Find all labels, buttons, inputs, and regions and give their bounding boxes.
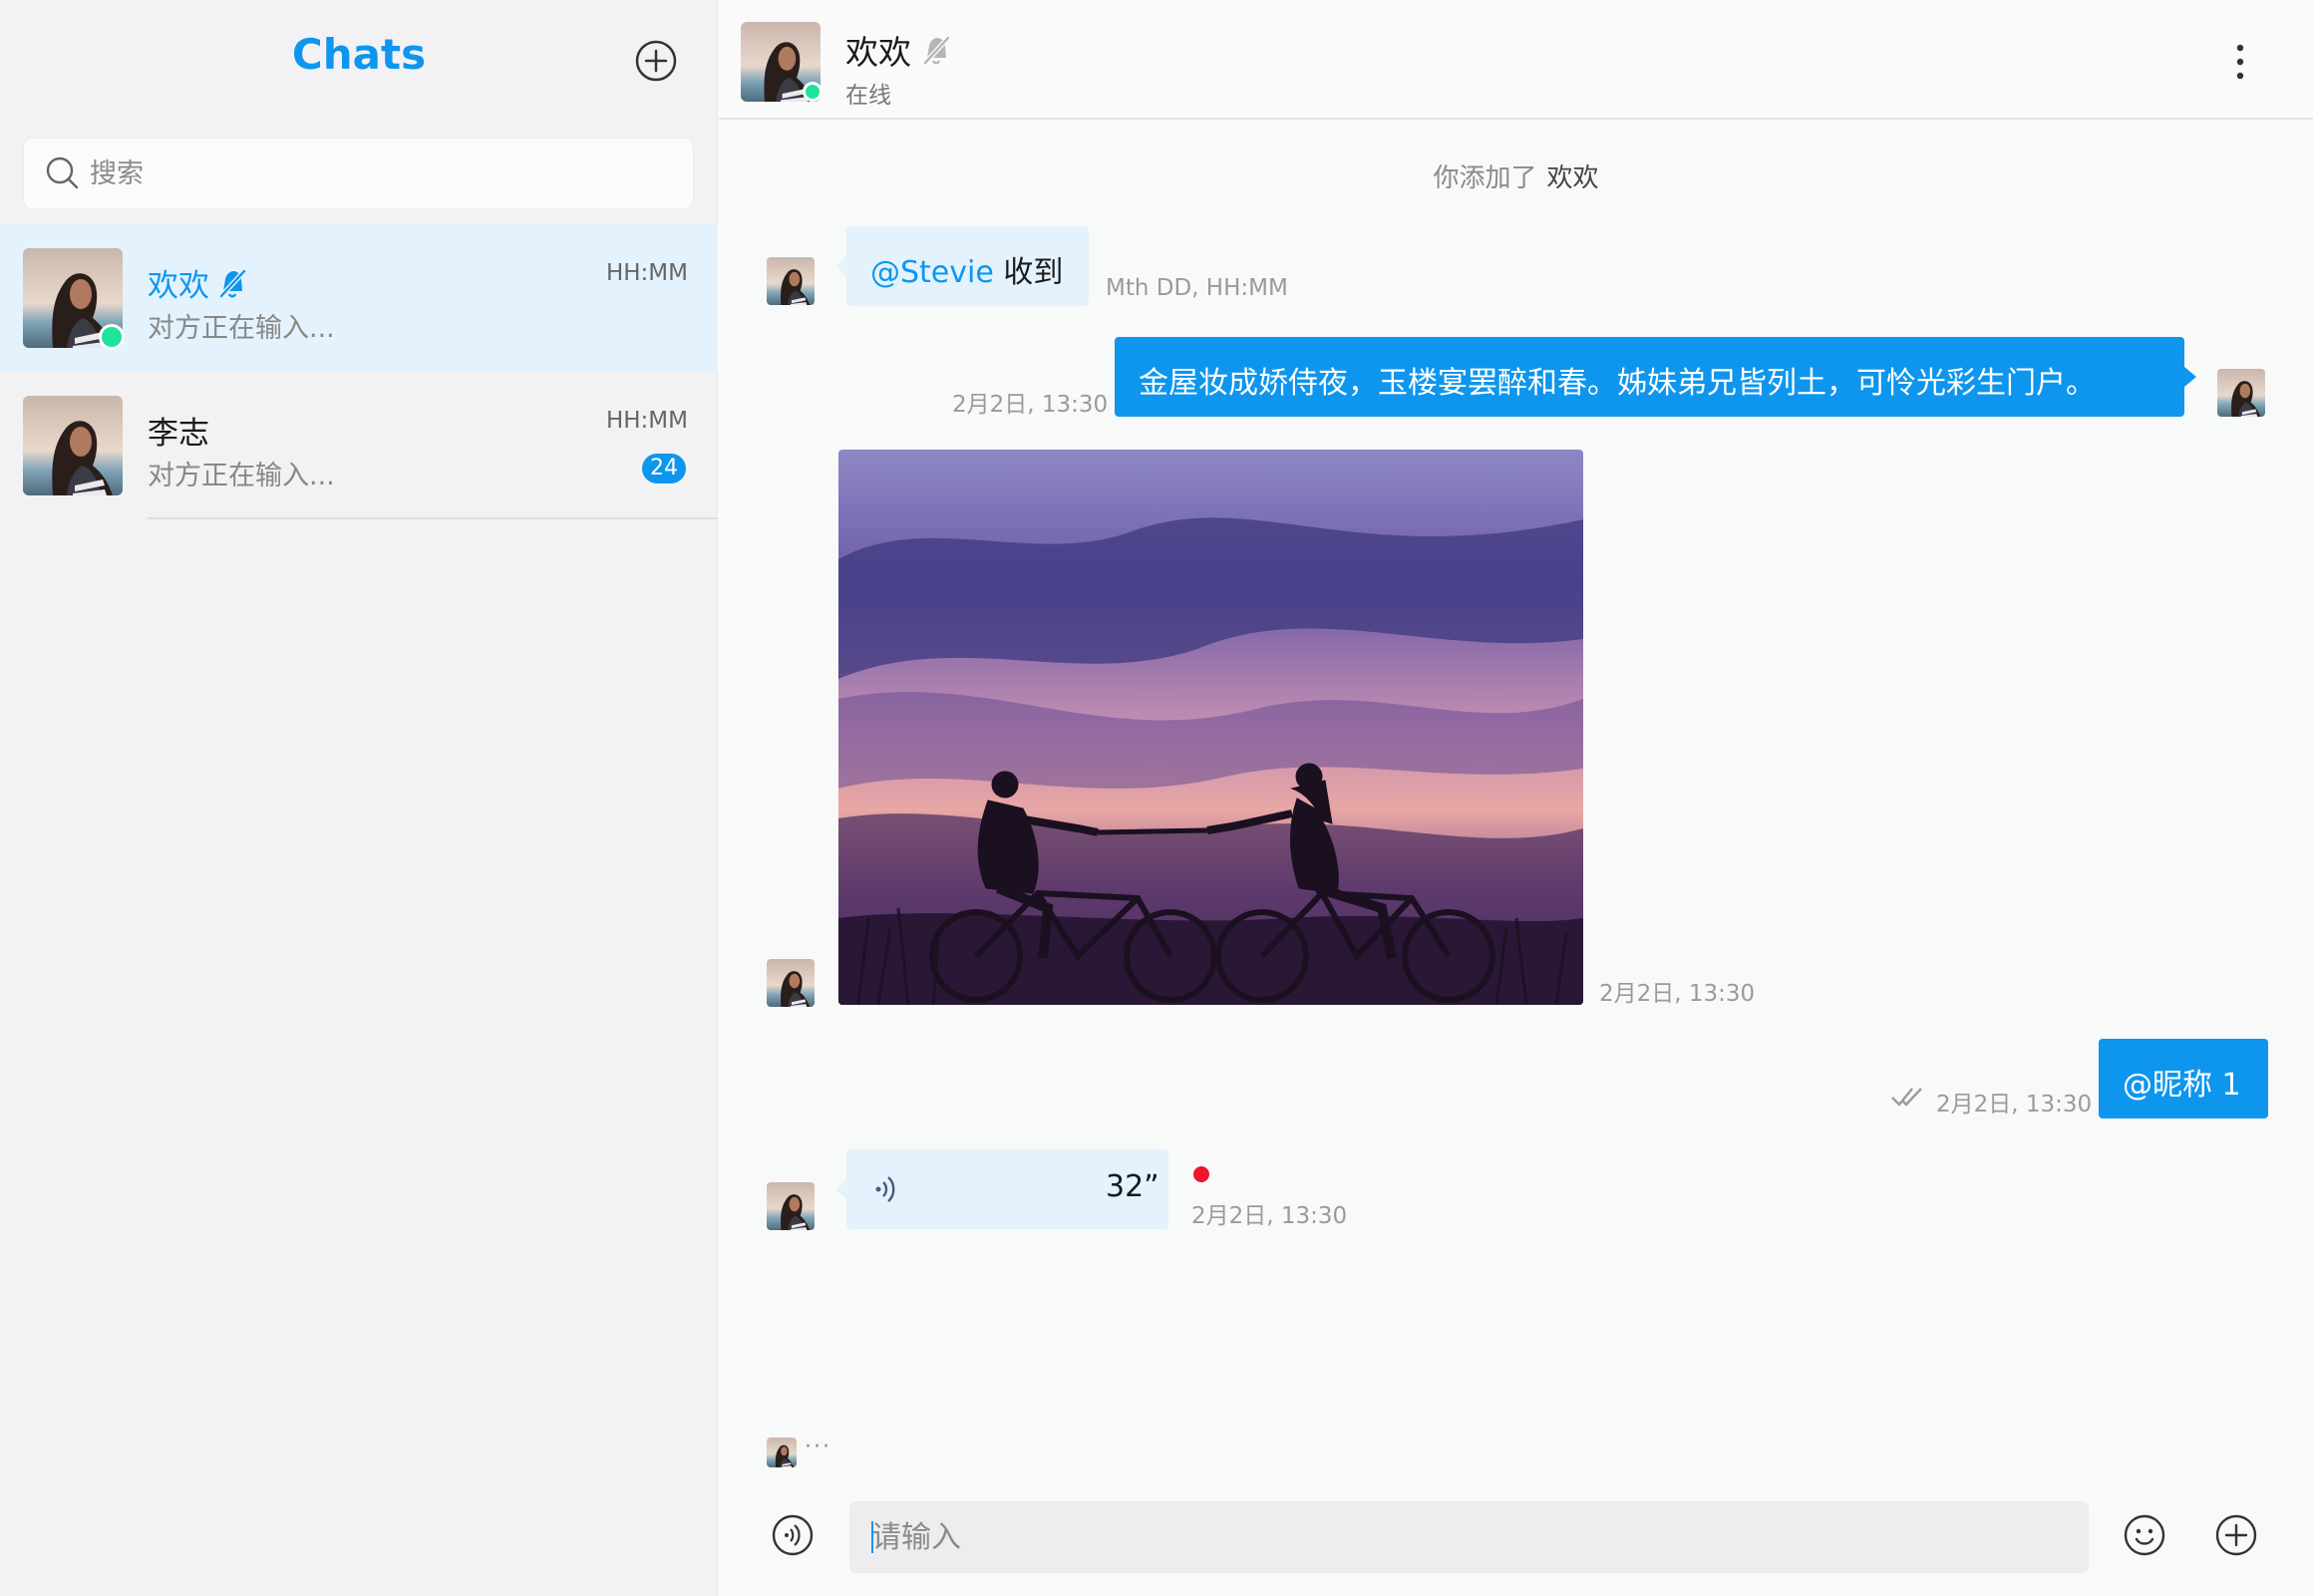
conversation-item-huanhuan[interactable]: 欢欢 HH:MM 对方正在输入... [0, 224, 718, 372]
message-text: 收到 [1003, 255, 1064, 290]
conversation-name-text: 欢欢 [148, 268, 209, 304]
unread-dot [1193, 1166, 1209, 1182]
system-message: 你添加了 欢欢 [719, 158, 2313, 194]
mention-link[interactable]: @Stevie [870, 255, 994, 290]
conversation-name-text: 李志 [148, 416, 209, 452]
message-text: @昵称 1 [2123, 1068, 2241, 1103]
more-vertical-icon[interactable] [2230, 42, 2250, 82]
conversation-name: 李志 [148, 408, 209, 453]
new-chat-plus-icon[interactable] [635, 40, 677, 82]
conversation-time: HH:MM [605, 260, 688, 286]
sidebar-title: Chats [291, 30, 427, 79]
message-input[interactable] [849, 1501, 2089, 1573]
voice-input-icon[interactable] [772, 1514, 814, 1556]
typing-avatar [767, 1437, 797, 1467]
sender-avatar[interactable] [767, 257, 815, 305]
conversation-preview: 对方正在输入... [148, 461, 335, 491]
conversation-name: 欢欢 [148, 260, 249, 305]
unread-badge: 24 [642, 454, 686, 483]
message-timestamp: Mth DD, HH:MM [1106, 275, 1288, 301]
my-avatar[interactable] [2217, 369, 2265, 417]
contact-name: 欢欢 [845, 26, 953, 74]
message-timestamp: 2月2日, 13:30 [952, 392, 1109, 418]
conversation-time: HH:MM [605, 408, 688, 434]
voice-duration: 32” [1106, 1169, 1159, 1204]
online-status-dot [803, 82, 823, 102]
image-message[interactable] [838, 450, 1583, 1005]
message-timestamp: 2月2日, 13:30 [1191, 1203, 1348, 1229]
message-text: 金屋妆成娇侍夜，玉楼宴罢醉和春。姊妹弟兄皆列土，可怜光彩生门户。 [1139, 366, 2096, 401]
text-caret [871, 1521, 873, 1553]
sender-avatar[interactable] [767, 1182, 815, 1230]
contact-status: 在线 [845, 83, 891, 109]
attach-plus-icon[interactable] [2215, 1514, 2257, 1556]
voice-wave-icon [875, 1176, 895, 1202]
message-timestamp: 2月2日, 13:30 [1936, 1092, 2093, 1117]
bell-off-icon [923, 36, 950, 65]
avatar [23, 396, 123, 495]
contact-name-text: 欢欢 [845, 33, 911, 72]
voice-message[interactable]: 32” [836, 1149, 1168, 1229]
smile-icon[interactable] [2124, 1514, 2165, 1556]
sunset-bicycle-photo [838, 450, 1583, 1005]
online-status-dot [99, 324, 125, 350]
chat-pane: 欢欢 在线 你添加了 欢欢 @Stevie 收到 Mth DD, HH:MM 2月… [719, 0, 2313, 1596]
search-icon [46, 157, 79, 189]
double-check-icon [1891, 1088, 1922, 1107]
search-input[interactable] [90, 158, 668, 189]
sender-avatar[interactable] [767, 959, 815, 1007]
chat-header: 欢欢 在线 [719, 0, 2313, 120]
typing-dots: ··· [805, 1434, 831, 1459]
typing-indicator: ··· [767, 1434, 831, 1467]
search-box[interactable] [23, 138, 694, 209]
message-bubble-outgoing[interactable]: 金屋妆成娇侍夜，玉楼宴罢醉和春。姊妹弟兄皆列土，可怜光彩生门户。 [1115, 337, 2196, 417]
divider [148, 517, 718, 519]
message-timestamp: 2月2日, 13:30 [1599, 981, 1756, 1007]
sidebar: Chats 欢欢 HH:MM [0, 0, 718, 1596]
conversation-item-lizhi[interactable]: 李志 HH:MM 对方正在输入... 24 [0, 372, 718, 519]
system-message-name: 欢欢 [1546, 163, 1599, 193]
system-message-text: 你添加了 [1433, 163, 1537, 193]
message-bubble-outgoing[interactable]: @昵称 1 [2099, 1039, 2268, 1118]
conversation-list: 欢欢 HH:MM 对方正在输入... 李志 HH:MM 对方正在输入... 24 [0, 224, 718, 519]
bell-off-icon [219, 268, 246, 298]
message-bubble-incoming[interactable]: @Stevie 收到 [835, 226, 1090, 306]
conversation-preview: 对方正在输入... [148, 313, 335, 344]
